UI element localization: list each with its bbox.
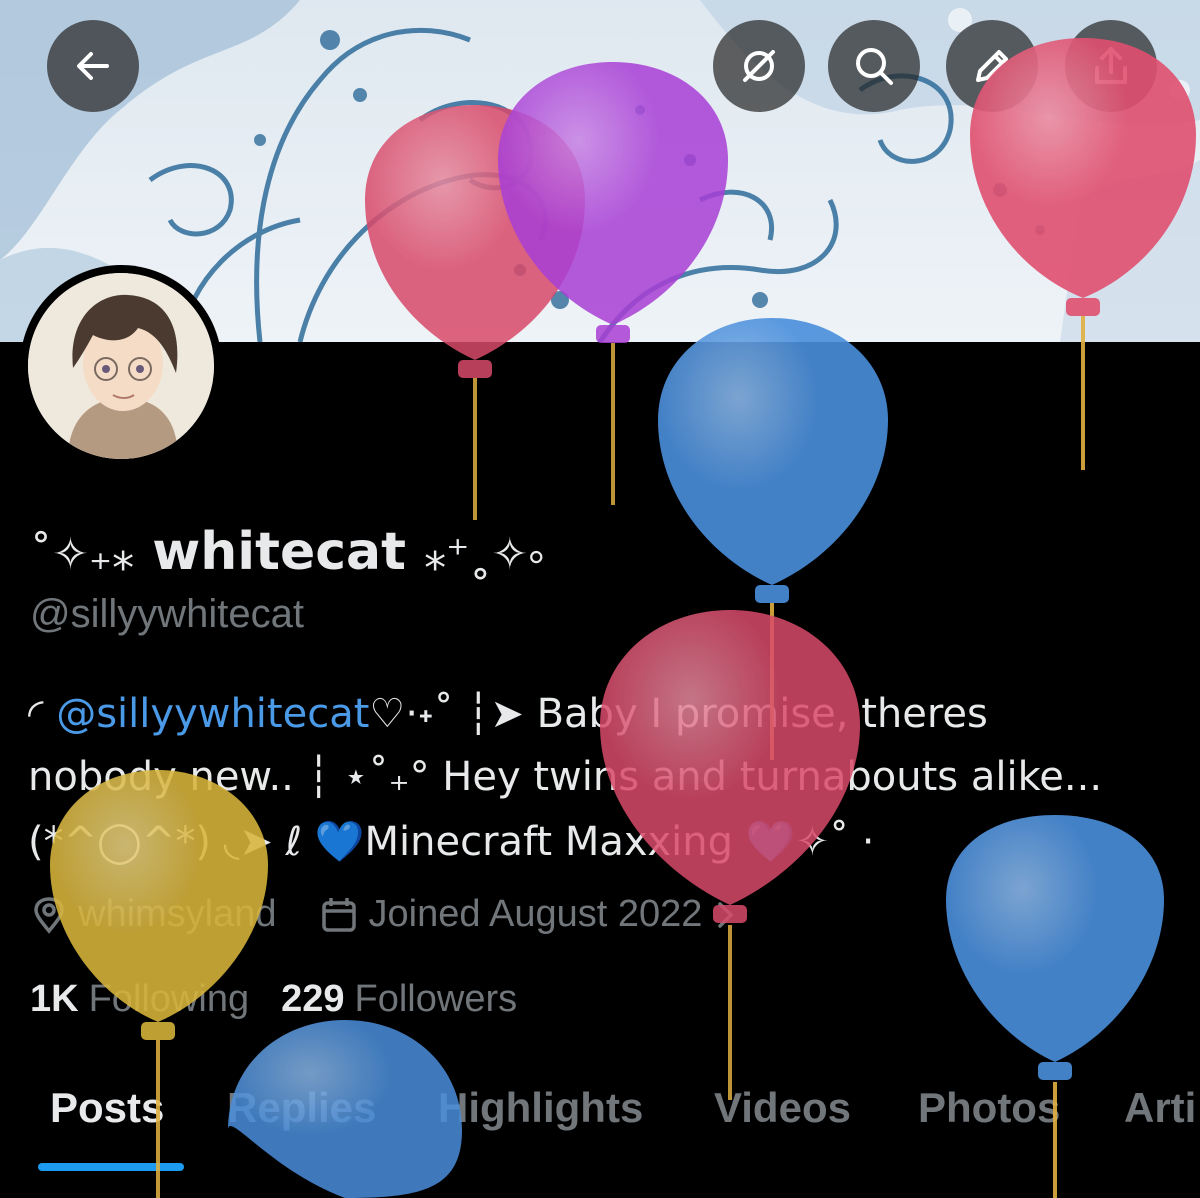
search-button[interactable] xyxy=(828,20,920,112)
bio-line-2: nobody new.. ┆ ⋆˚₊° Hey twins and turnab… xyxy=(28,754,1103,800)
blue-heart-icon: 💙 xyxy=(314,819,365,865)
active-tab-indicator xyxy=(38,1163,184,1171)
bio-prefix: ◜ xyxy=(28,691,44,737)
search-icon xyxy=(856,48,893,85)
back-button[interactable] xyxy=(47,20,139,112)
joined-link[interactable]: Joined August 2022 xyxy=(319,893,737,936)
calendar-icon xyxy=(319,895,359,935)
following-label: Following xyxy=(88,978,250,1020)
joined-text: Joined August 2022 xyxy=(368,893,703,935)
display-name-text: whitecat xyxy=(152,522,406,582)
bio-mention-link[interactable]: @sillyywhitecat xyxy=(56,691,369,737)
followers-count: 229 xyxy=(281,978,345,1020)
tab-posts[interactable]: Posts xyxy=(50,1084,164,1132)
share-icon xyxy=(1095,47,1127,84)
location-pin-icon xyxy=(30,896,68,934)
tab-photos[interactable]: Photos xyxy=(918,1084,1060,1132)
tab-replies[interactable]: Replies xyxy=(227,1084,376,1132)
grok-button[interactable] xyxy=(713,20,805,112)
profile-meta: whimsyland Joined August 2022 xyxy=(30,893,736,936)
followers-label: Followers xyxy=(354,978,518,1020)
bio-line-3-b: Minecraft Maxxing xyxy=(364,819,746,865)
display-name-prefix: ˚✧₊⁎ xyxy=(30,529,135,580)
grok-icon xyxy=(743,50,775,82)
avatar-image xyxy=(28,273,214,459)
location-text: whimsyland xyxy=(78,893,277,935)
following-link[interactable]: 1K Following xyxy=(30,978,249,1021)
edit-button[interactable] xyxy=(946,20,1038,112)
share-button[interactable] xyxy=(1065,20,1157,112)
followers-link[interactable]: 229 Followers xyxy=(281,978,517,1021)
chevron-right-icon xyxy=(716,900,736,930)
arrow-left-icon xyxy=(77,52,109,80)
follow-stats: 1K Following 229 Followers xyxy=(30,978,517,1021)
bio-line-3-c: ✧˚ · xyxy=(795,819,875,865)
profile-tabs: Posts Replies Highlights Videos Photos A… xyxy=(0,1080,1200,1198)
avatar[interactable] xyxy=(20,265,222,467)
pencil-icon xyxy=(976,50,1008,82)
tab-articles[interactable]: Arti xyxy=(1124,1084,1196,1132)
display-name-suffix: ⁎⁺˳✧༚ xyxy=(424,529,545,580)
tab-highlights[interactable]: Highlights xyxy=(438,1084,643,1132)
following-count: 1K xyxy=(30,978,79,1020)
tab-videos[interactable]: Videos xyxy=(714,1084,851,1132)
bio-line-1-text: ♡⋅˖˚ ┆➤ Baby I promise, theres xyxy=(369,691,988,737)
handle: @sillyywhitecat xyxy=(30,592,305,636)
bio-line-3: (*^◯^*) ◟➤ ℓ 💙Minecraft Maxxing 💙✧˚ · xyxy=(28,818,875,865)
blue-heart-icon: 💙 xyxy=(745,819,796,865)
bio-line-1: ◜ @sillyywhitecat♡⋅˖˚ ┆➤ Baby I promise,… xyxy=(28,691,988,737)
bio-line-3-a: (*^◯^*) ◟➤ ℓ xyxy=(28,819,315,865)
